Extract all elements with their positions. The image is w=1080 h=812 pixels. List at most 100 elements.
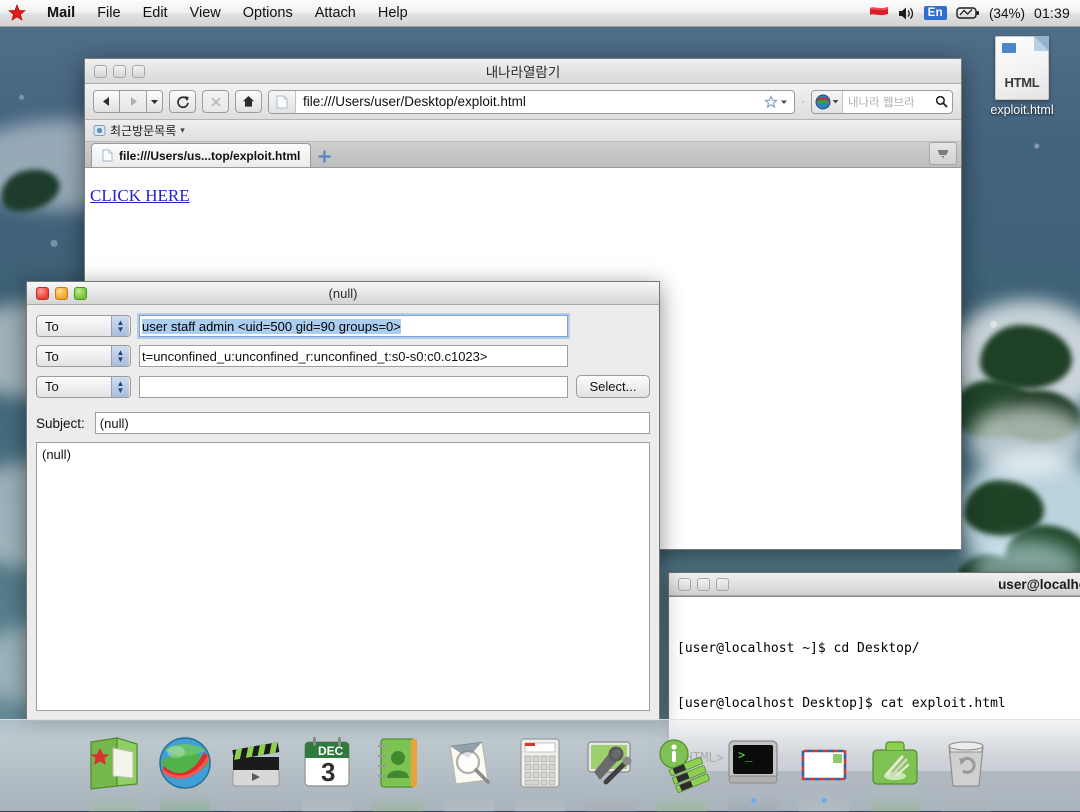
menu-bar: Mail File Edit View Options Attach Help … [0,0,1080,27]
battery-percent: (34%) [988,5,1025,21]
tab-tray-icon[interactable] [929,142,957,165]
calculator-icon [520,738,560,788]
reload-icon[interactable] [169,90,196,113]
subject-input[interactable]: (null) [94,412,650,434]
chevron-down-icon[interactable]: ▾ [180,125,185,136]
zoom-button[interactable] [716,577,729,591]
search-box[interactable]: 내나라 웹브라 [811,89,953,114]
mail-body: To ▲ ▼ user staff admin <uid=500 gid=90 g… [27,305,659,720]
home-icon[interactable] [235,90,262,113]
dock-item-calendar[interactable]: DEC 3 [296,732,358,812]
close-button[interactable] [36,286,49,300]
menu-item-file[interactable]: File [86,0,131,27]
zoom-button[interactable] [132,64,145,78]
stepper-arrows-icon[interactable]: ▲ ▼ [111,376,129,397]
chevron-down-icon[interactable] [147,90,163,113]
select-button[interactable]: Select... [576,375,650,398]
zoom-button[interactable] [74,286,87,300]
recipient-input[interactable]: t=unconfined_u:unconfined_r:unconfined_t… [139,345,568,367]
bookmarks-bar: 최근방문목록 ▾ [85,120,961,142]
dock-item-calculator[interactable] [509,732,571,812]
message-body-input[interactable]: (null) [36,442,650,711]
running-indicator [750,798,756,803]
address-bar-value[interactable]: file:///Users/user/Desktop/exploit.html [296,94,764,109]
recipient-row: To ▲ ▼ user staff admin <uid=500 gid=90 g… [36,315,650,337]
recipient-type-select[interactable]: To ▲ ▼ [36,345,131,367]
menu-item-mail[interactable]: Mail [36,0,86,27]
volume-icon[interactable] [898,6,915,21]
dock-item-info-center[interactable] [651,732,713,812]
terminal-titlebar[interactable]: user@localho [669,573,1080,596]
minimize-button[interactable] [113,64,126,78]
recipient-type-select[interactable]: To ▲ ▼ [36,315,131,337]
dock-item-preview-search[interactable] [438,732,500,812]
menu-item-edit[interactable]: Edit [132,0,179,27]
recipient-row: To ▲ ▼ Select... [36,375,650,398]
html-file-icon: HTML [995,36,1049,100]
plus-icon[interactable] [311,145,337,167]
search-icon[interactable] [935,95,952,108]
mail-titlebar[interactable]: (null) [27,282,659,305]
wallpaper-fir-cluster [958,150,1080,620]
close-button[interactable] [94,64,107,78]
desktop-icon-exploit-html[interactable]: HTML exploit.html [986,36,1058,117]
menu-item-help[interactable]: Help [367,0,419,27]
input-method-indicator[interactable]: En [923,6,947,20]
recipient-input[interactable]: user staff admin <uid=500 gid=90 groups=… [139,315,568,337]
stepper-arrows-icon[interactable]: ▲ ▼ [111,316,129,336]
chevron-down-icon [781,100,788,104]
subject-input-value: (null) [99,415,129,431]
desktop-icon-label: exploit.html [990,103,1054,117]
menu-bar-clock[interactable]: 01:39 [1034,5,1070,21]
terminal-title: user@localho [998,576,1080,592]
close-button[interactable] [678,577,691,591]
battery-icon[interactable] [956,6,980,20]
back-arrow-icon[interactable] [93,90,120,113]
browser-titlebar[interactable]: 내나라열람기 [85,59,961,84]
running-indicator [821,798,827,803]
menu-item-view[interactable]: View [179,0,232,27]
browser-title: 내나라열람기 [485,65,561,80]
tab-strip: file:///Users/us...top/exploit.html [85,142,961,168]
dock-item-terminal[interactable]: >_ [722,732,784,812]
browser-tab-label: file:///Users/us...top/exploit.html [119,148,301,163]
message-body-value: (null) [42,447,71,462]
calendar-month-label: DEC [318,744,344,758]
dock-item-contacts[interactable] [367,732,429,812]
address-bar[interactable]: file:///Users/user/Desktop/exploit.html [268,89,796,114]
menu-item-options[interactable]: Options [232,0,304,27]
dock-item-file-manager[interactable] [83,732,145,812]
dock-item-utilities[interactable] [864,732,926,812]
envelope-icon [801,745,847,781]
mail-compose-window[interactable]: (null) To ▲ ▼ user staff admin <uid=500 g… [26,281,660,721]
file-type-label: HTML [1004,75,1040,90]
dock-item-system-tools[interactable] [580,732,642,812]
recipient-input[interactable] [139,375,568,398]
info-chips-icon [659,739,710,793]
red-star-icon[interactable] [8,4,26,22]
stepper-arrows-icon[interactable]: ▲ ▼ [111,346,129,366]
dock-item-trash[interactable] [935,732,997,812]
bookmark-folder-icon[interactable] [93,124,106,137]
dock-item-media-player[interactable] [225,732,287,812]
page-icon [102,149,113,162]
globe-flag-icon[interactable] [812,90,843,113]
dock-item-web-browser[interactable] [154,732,216,812]
minimize-button[interactable] [55,286,68,300]
forward-arrow-icon[interactable] [120,90,147,113]
search-input[interactable]: 내나라 웹브라 [843,94,935,110]
minimize-button[interactable] [697,577,710,591]
browser-tab[interactable]: file:///Users/us...top/exploit.html [91,143,312,167]
file-tag-icon [1002,43,1016,53]
flag-icon[interactable] [869,6,889,21]
menu-item-attach[interactable]: Attach [304,0,367,27]
recipient-type-select[interactable]: To ▲ ▼ [36,375,131,398]
dock-item-mail[interactable] [793,732,855,812]
navigation-buttons [93,90,163,113]
menu-bar-status-area: En (34%) 01:39 [869,5,1080,21]
toolbox-icon [872,741,918,785]
click-here-link[interactable]: CLICK HERE [90,186,190,205]
bookmark-recent-label[interactable]: 최근방문목록 [110,122,176,139]
stop-x-icon[interactable] [202,90,229,113]
bookmark-star-group[interactable] [764,94,794,109]
